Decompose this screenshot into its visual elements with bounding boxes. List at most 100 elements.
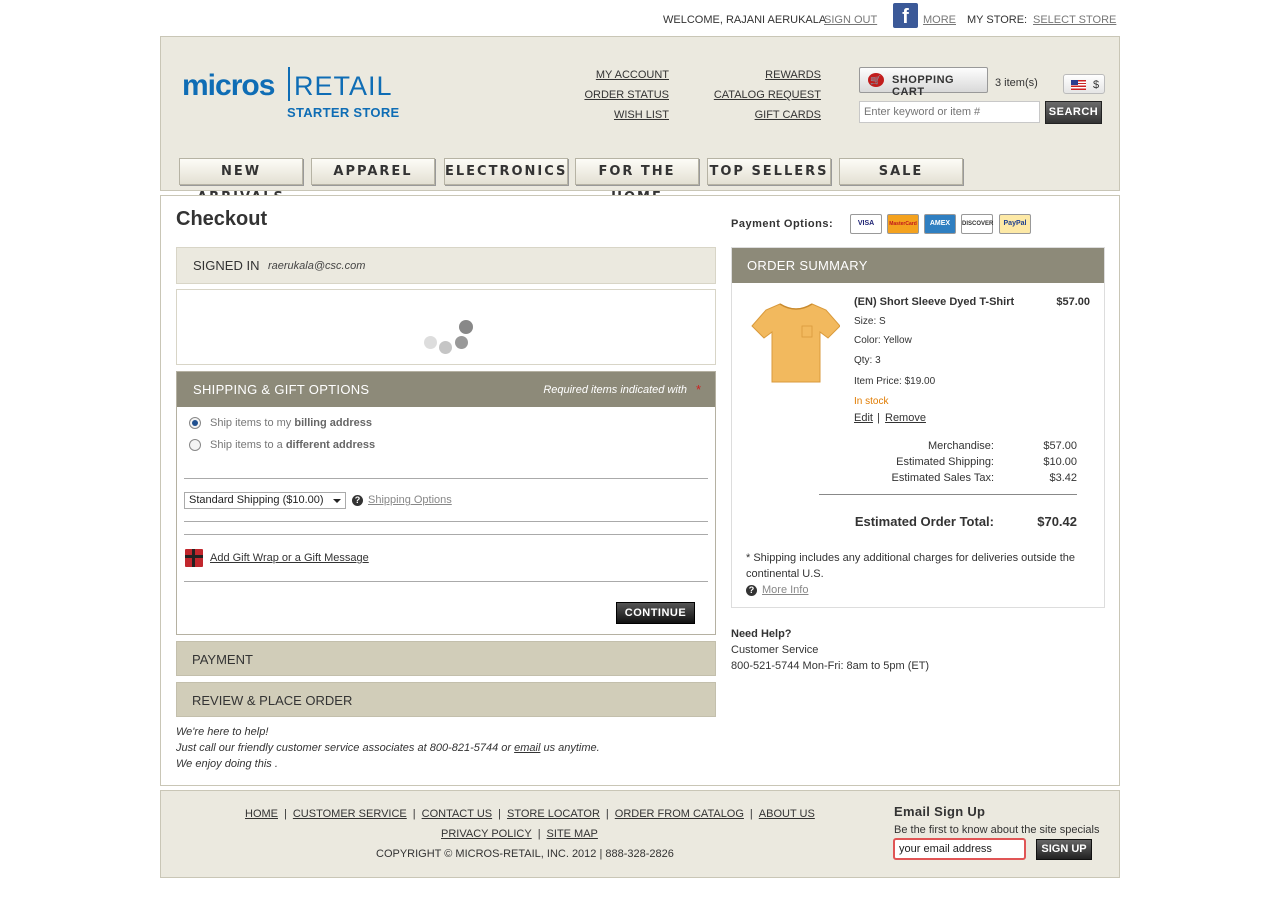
review-section[interactable]: REVIEW & PLACE ORDER [176,682,716,717]
need-help-title: Need Help? [731,628,792,640]
rewards-link[interactable]: REWARDS [765,69,821,81]
footer-links-row-2: PRIVACY POLICY | SITE MAP [441,828,598,840]
amex-card-icon: AMEX [924,214,956,234]
footer-home-link[interactable]: HOME [245,808,278,820]
currency-selector[interactable]: $ [1063,74,1105,94]
item-color: Color: Yellow [854,335,912,346]
order-status-link[interactable]: ORDER STATUS [584,89,669,101]
footer-privacy-policy-link[interactable]: PRIVACY POLICY [441,828,532,840]
item-unit-price: Item Price: $19.00 [854,376,936,387]
help-line-2: Just call our friendly customer service … [176,742,600,754]
cart-item-count: 3 item(s) [995,77,1038,89]
need-help-block: Need Help? Customer Service 800-521-5744… [731,626,929,674]
sign-up-button[interactable]: SIGN UP [1036,839,1092,860]
required-note: Required items indicated with [543,384,687,396]
nav-sale[interactable]: SALE [839,158,963,185]
order-summary-title: ORDER SUMMARY [747,258,868,273]
footer-order-from-catalog-link[interactable]: ORDER FROM CATALOG [615,808,744,820]
ship-different-radio[interactable] [189,439,201,451]
select-store-link[interactable]: SELECT STORE [1033,14,1116,26]
help-line-1: We're here to help! [176,726,269,738]
email-link[interactable]: email [514,742,540,754]
nav-for-the-home[interactable]: FOR THE HOME [575,158,699,205]
divider [184,478,708,479]
divider [184,581,708,582]
shipping-value: $10.00 [1043,456,1077,468]
tax-label: Estimated Sales Tax: [891,472,994,484]
shipping-method-select[interactable]: Standard Shipping ($10.00) [184,492,346,509]
my-account-link[interactable]: MY ACCOUNT [596,69,669,81]
payment-section[interactable]: PAYMENT [176,641,716,676]
edit-item-link[interactable]: Edit [854,412,873,424]
shipping-method-value: Standard Shipping ($10.00) [189,494,324,506]
help-icon[interactable]: ? [746,585,757,596]
facebook-icon[interactable]: f [893,3,918,28]
gift-icon [185,549,203,567]
shopping-cart-button[interactable]: 🛒 SHOPPING CART [859,67,988,98]
logo-divider [288,67,290,101]
checkout-main: Checkout SIGNED IN raerukala@csc.com SHI… [160,195,1120,786]
required-star: * [695,382,701,397]
nav-new-arrivals[interactable]: NEW ARRIVALS [179,158,303,205]
shipping-panel-title: SHIPPING & GIFT OPTIONS [193,382,370,397]
site-footer: HOME | CUSTOMER SERVICE | CONTACT US | STORE L… [160,790,1120,878]
sign-out-link[interactable]: SIGN OUT [824,14,877,26]
remove-item-link[interactable]: Remove [885,412,926,424]
gift-wrap-link[interactable]: Add Gift Wrap or a Gift Message [210,552,369,564]
shopping-cart-label: SHOPPING CART [892,74,955,98]
catalog-request-link[interactable]: CATALOG REQUEST [714,89,821,101]
ship-different-label[interactable]: Ship items to a different address [210,439,375,451]
wish-list-link[interactable]: WISH LIST [614,109,669,121]
email-signup-input[interactable] [893,838,1026,860]
divider [184,534,708,535]
mastercard-icon: MasterCard [887,214,919,234]
nav-electronics[interactable]: ELECTRONICS [444,158,568,185]
welcome-text: WELCOME, RAJANI AERUKALA [663,14,827,26]
payment-options-label: Payment Options: [731,218,834,230]
ship-billing-label[interactable]: Ship items to my billing address [210,417,372,429]
email-signup-title: Email Sign Up [894,804,986,819]
more-link[interactable]: MORE [923,14,956,26]
footer-about-us-link[interactable]: ABOUT US [759,808,815,820]
gift-cards-link[interactable]: GIFT CARDS [755,109,821,121]
page-title: Checkout [176,208,268,230]
merchandise-value: $57.00 [1043,440,1077,452]
order-total-label: Estimated Order Total: [854,514,994,529]
continue-button[interactable]: CONTINUE [616,602,695,624]
help-text: We're here to help! Just call our friend… [176,724,600,772]
tax-value: $3.42 [1049,472,1077,484]
footer-site-map-link[interactable]: SITE MAP [547,828,598,840]
shipping-label: Estimated Shipping: [896,456,994,468]
nav-top-sellers[interactable]: TOP SELLERS [707,158,831,185]
help-icon[interactable]: ? [352,495,363,506]
merchandise-label: Merchandise: [927,440,994,452]
search-button[interactable]: SEARCH [1045,101,1102,124]
payment-section-title: PAYMENT [192,652,253,667]
item-price-total: $57.00 [1056,296,1090,308]
cart-icon: 🛒 [868,73,884,87]
visa-card-icon: VISA [850,214,882,234]
footer-contact-us-link[interactable]: CONTACT US [422,808,493,820]
divider [819,494,1077,495]
chevron-down-icon [333,499,341,503]
order-summary: ORDER SUMMARY (EN) Short Sleeve Dyed T-S… [731,247,1105,608]
review-section-title: REVIEW & PLACE ORDER [192,693,353,708]
top-utility-bar: WELCOME, RAJANI AERUKALA SIGN OUT f MORE… [160,0,1120,36]
shipping-options-link[interactable]: Shipping Options [368,494,452,506]
tshirt-product-image[interactable] [750,298,840,388]
search-input[interactable] [859,101,1040,123]
more-info-link[interactable]: More Info [762,584,808,596]
site-logo[interactable]: micros RETAIL STARTER STORE [182,67,402,123]
stock-status: In stock [854,396,889,407]
item-name[interactable]: (EN) Short Sleeve Dyed T-Shirt [854,296,1014,308]
logo-retail: RETAIL [294,71,393,101]
need-help-line-1: Customer Service [731,644,819,656]
footer-customer-service-link[interactable]: CUSTOMER SERVICE [293,808,407,820]
ship-billing-radio[interactable] [189,417,201,429]
currency-symbol: $ [1093,79,1100,91]
footer-links-row-1: HOME | CUSTOMER SERVICE | CONTACT US | STORE L… [245,808,815,820]
footer-store-locator-link[interactable]: STORE LOCATOR [507,808,600,820]
signed-in-bar: SIGNED IN raerukala@csc.com [176,247,716,284]
copyright: COPYRIGHT © MICROS-RETAIL, INC. 2012 | 8… [376,848,674,860]
nav-apparel[interactable]: APPAREL [311,158,435,185]
